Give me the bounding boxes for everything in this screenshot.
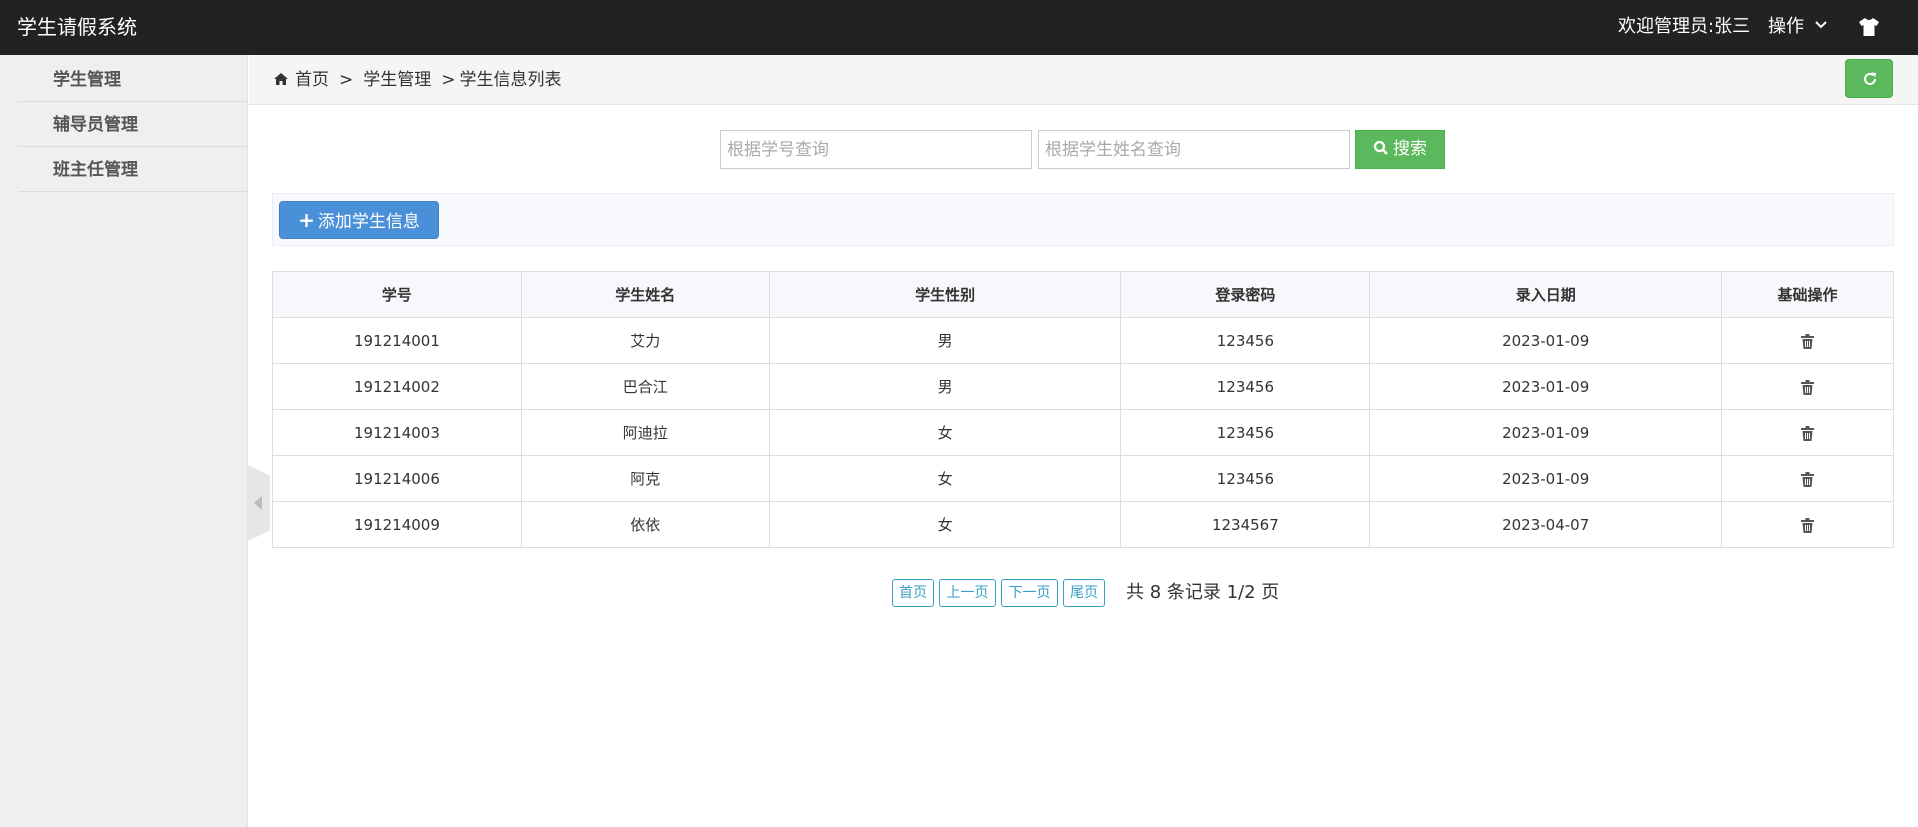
shirt-icon[interactable]	[1858, 17, 1880, 37]
student-id-cell: 191214009	[272, 501, 522, 548]
password-cell: 123456	[1120, 363, 1371, 410]
entry-date-cell: 2023-01-09	[1369, 317, 1723, 364]
trash-icon[interactable]	[1801, 333, 1815, 349]
next-page-button[interactable]: 下一页	[1001, 579, 1058, 607]
add-student-button[interactable]: + 添加学生信息	[279, 201, 439, 239]
password-cell: 123456	[1120, 409, 1371, 456]
sidebar-item-label: 辅导员管理	[53, 115, 138, 135]
breadcrumb: 首页 > 学生管理 > 学生信息列表	[273, 67, 562, 93]
welcome-text: 欢迎管理员:张三	[1618, 16, 1751, 37]
student-gender-cell: 女	[768, 501, 1122, 548]
column-header: 录入日期	[1369, 271, 1723, 318]
first-page-button[interactable]: 首页	[892, 579, 934, 607]
actions-cell	[1721, 455, 1894, 502]
search-icon	[1373, 140, 1388, 155]
breadcrumb-bar: 首页 > 学生管理 > 学生信息列表	[249, 55, 1918, 105]
password-cell: 123456	[1120, 455, 1371, 502]
chevron-down-icon	[1815, 21, 1827, 29]
trash-icon[interactable]	[1801, 471, 1815, 487]
actions-cell	[1721, 501, 1894, 548]
trash-icon[interactable]	[1801, 379, 1815, 395]
breadcrumb-separator: >	[441, 70, 456, 90]
table-row: 191214003 阿迪拉 女 123456 2023-01-09	[272, 409, 1894, 456]
student-gender-cell: 男	[768, 363, 1122, 410]
top-navbar: 学生请假系统 欢迎管理员:张三 操作	[0, 0, 1918, 55]
breadcrumb-student-mgmt[interactable]: 学生管理	[363, 70, 431, 90]
sidebar: 学生管理 辅导员管理 班主任管理	[0, 55, 248, 827]
refresh-icon	[1864, 72, 1876, 85]
refresh-button[interactable]	[1845, 59, 1893, 98]
sidebar-item-head-teachers[interactable]: 班主任管理	[18, 148, 248, 192]
table-header-row: 学号 学生姓名 学生性别 登录密码 录入日期 基础操作	[272, 271, 1894, 318]
student-name-cell: 巴合江	[520, 363, 770, 410]
trash-icon[interactable]	[1801, 425, 1815, 441]
plus-icon: +	[298, 208, 315, 232]
column-header: 基础操作	[1721, 271, 1894, 318]
home-icon	[274, 73, 288, 85]
breadcrumb-current: 学生信息列表	[459, 70, 562, 90]
entry-date-cell: 2023-01-09	[1369, 409, 1723, 456]
student-gender-cell: 女	[768, 409, 1122, 456]
table-toolbar: + 添加学生信息	[272, 193, 1894, 246]
student-id-cell: 191214001	[272, 317, 522, 364]
column-header: 学生姓名	[520, 271, 770, 318]
student-gender-cell: 女	[768, 455, 1122, 502]
password-cell: 1234567	[1120, 501, 1371, 548]
prev-page-button[interactable]: 上一页	[939, 579, 996, 607]
entry-date-cell: 2023-01-09	[1369, 363, 1723, 410]
trash-icon[interactable]	[1801, 517, 1815, 533]
table-row: 191214006 阿克 女 123456 2023-01-09	[272, 455, 1894, 502]
student-id-cell: 191214003	[272, 409, 522, 456]
last-page-button[interactable]: 尾页	[1063, 579, 1105, 607]
add-student-label: 添加学生信息	[317, 212, 420, 232]
student-name-cell: 艾力	[520, 317, 770, 364]
pagination-summary: 共 8 条记录 1/2 页	[1126, 582, 1280, 603]
student-name-cell: 阿迪拉	[520, 409, 770, 456]
student-name-cell: 依依	[520, 501, 770, 548]
table-row: 191214001 艾力 男 123456 2023-01-09	[272, 317, 1894, 364]
entry-date-cell: 2023-04-07	[1369, 501, 1723, 548]
operations-label: 操作	[1768, 16, 1804, 37]
actions-cell	[1721, 363, 1894, 410]
table-row: 191214002 巴合江 男 123456 2023-01-09	[272, 363, 1894, 410]
student-gender-cell: 男	[768, 317, 1122, 364]
sidebar-item-counselors[interactable]: 辅导员管理	[18, 103, 248, 147]
student-name-cell: 阿克	[520, 455, 770, 502]
sidebar-item-students[interactable]: 学生管理	[18, 58, 248, 102]
password-cell: 123456	[1120, 317, 1371, 364]
column-header: 登录密码	[1120, 271, 1371, 318]
actions-cell	[1721, 409, 1894, 456]
sidebar-item-label: 班主任管理	[53, 160, 138, 180]
column-header: 学号	[272, 271, 522, 318]
app-title: 学生请假系统	[17, 15, 137, 39]
search-button-label: 搜索	[1393, 139, 1427, 159]
column-header: 学生性别	[768, 271, 1122, 318]
student-name-search-input[interactable]	[1038, 130, 1350, 169]
student-table: 学号 学生姓名 学生性别 登录密码 录入日期 基础操作 191214001 艾力…	[272, 271, 1894, 548]
operations-dropdown[interactable]: 操作	[1768, 15, 1830, 39]
sidebar-item-label: 学生管理	[53, 70, 121, 90]
search-button[interactable]: 搜索	[1355, 130, 1445, 169]
main-content: 首页>学生管理>学生信息列表 搜索 +添加学生信息 学号 学生姓名 学生性别 登…	[249, 55, 1918, 827]
breadcrumb-separator: >	[339, 70, 354, 90]
breadcrumb-home[interactable]: 首页	[295, 70, 329, 90]
student-id-cell: 191214006	[272, 455, 522, 502]
actions-cell	[1721, 317, 1894, 364]
student-id-cell: 191214002	[272, 363, 522, 410]
table-row: 191214009 依依 女 1234567 2023-04-07	[272, 501, 1894, 548]
entry-date-cell: 2023-01-09	[1369, 455, 1723, 502]
student-id-search-input[interactable]	[720, 130, 1032, 169]
